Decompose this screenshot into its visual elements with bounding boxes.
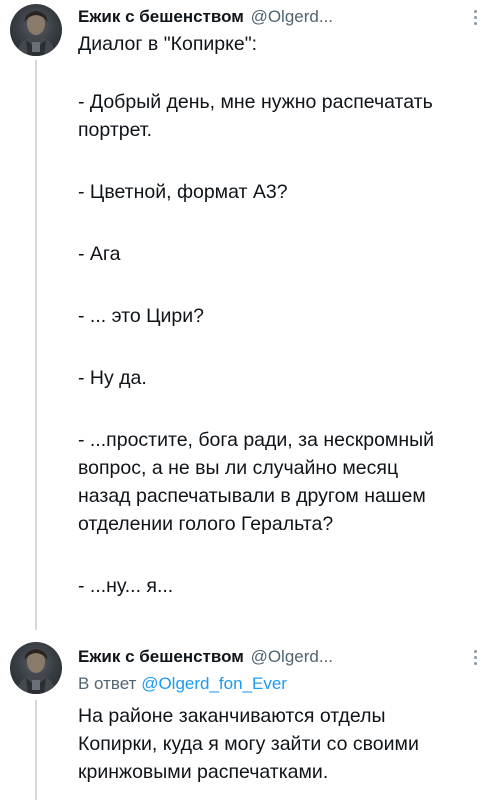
text-line: - Ну да. (78, 367, 147, 389)
text-line: - ...простите, бога ради, за нескромный (78, 429, 435, 451)
tweet-header: Ежик с бешенством @Olgerd... (78, 646, 333, 668)
text-line: кринжовыми распечатками. (78, 761, 329, 783)
reply-handle-link[interactable]: @Olgerd_fon_Ever (141, 674, 287, 693)
author-handle[interactable]: @Olgerd... (251, 647, 333, 666)
reply-context: В ответ @Olgerd_fon_Ever (78, 673, 287, 695)
tweet[interactable]: Ежик с бешенством @Olgerd... Диалог в "К… (0, 0, 504, 620)
reply-prefix: В ответ (78, 674, 137, 693)
avatar-image (16, 11, 56, 56)
author-handle[interactable]: @Olgerd... (251, 7, 333, 26)
tweet-header: Ежик с бешенством @Olgerd... (78, 6, 333, 28)
tweet[interactable]: Ежик с бешенством @Olgerd... В ответ @Ol… (0, 630, 504, 800)
text-line: - Ага (78, 243, 121, 265)
avatar-image (16, 649, 56, 694)
text-line: - Добрый день, мне нужно распечатать (78, 91, 433, 113)
author-name[interactable]: Ежик с бешенством (78, 647, 244, 666)
text-line: отделении голого Геральта? (78, 513, 334, 535)
author-name[interactable]: Ежик с бешенством (78, 7, 244, 26)
more-options-icon[interactable] (474, 10, 478, 28)
text-line: - Цветной, формат А3? (78, 181, 288, 203)
more-options-icon[interactable] (474, 650, 478, 668)
text-line: назад распечатывали в другом нашем (78, 485, 426, 507)
text-line: На районе заканчиваются отделы (78, 705, 386, 727)
tweet-text: Диалог в "Копирке": - Добрый день, мне н… (78, 30, 488, 600)
avatar[interactable] (10, 642, 62, 694)
text-line: вопрос, а не вы ли случайно месяц (78, 457, 399, 479)
avatar[interactable] (10, 4, 62, 56)
tweet-text: На районе заканчиваются отделы Копирки, … (78, 702, 488, 786)
text-line: Диалог в "Копирке": (78, 33, 258, 55)
text-line: портрет. (78, 119, 152, 141)
text-line: - ... это Цири? (78, 305, 204, 327)
text-line: - ...ну... я... (78, 575, 174, 597)
text-line: Копирки, куда я могу зайти со своими (78, 733, 419, 755)
